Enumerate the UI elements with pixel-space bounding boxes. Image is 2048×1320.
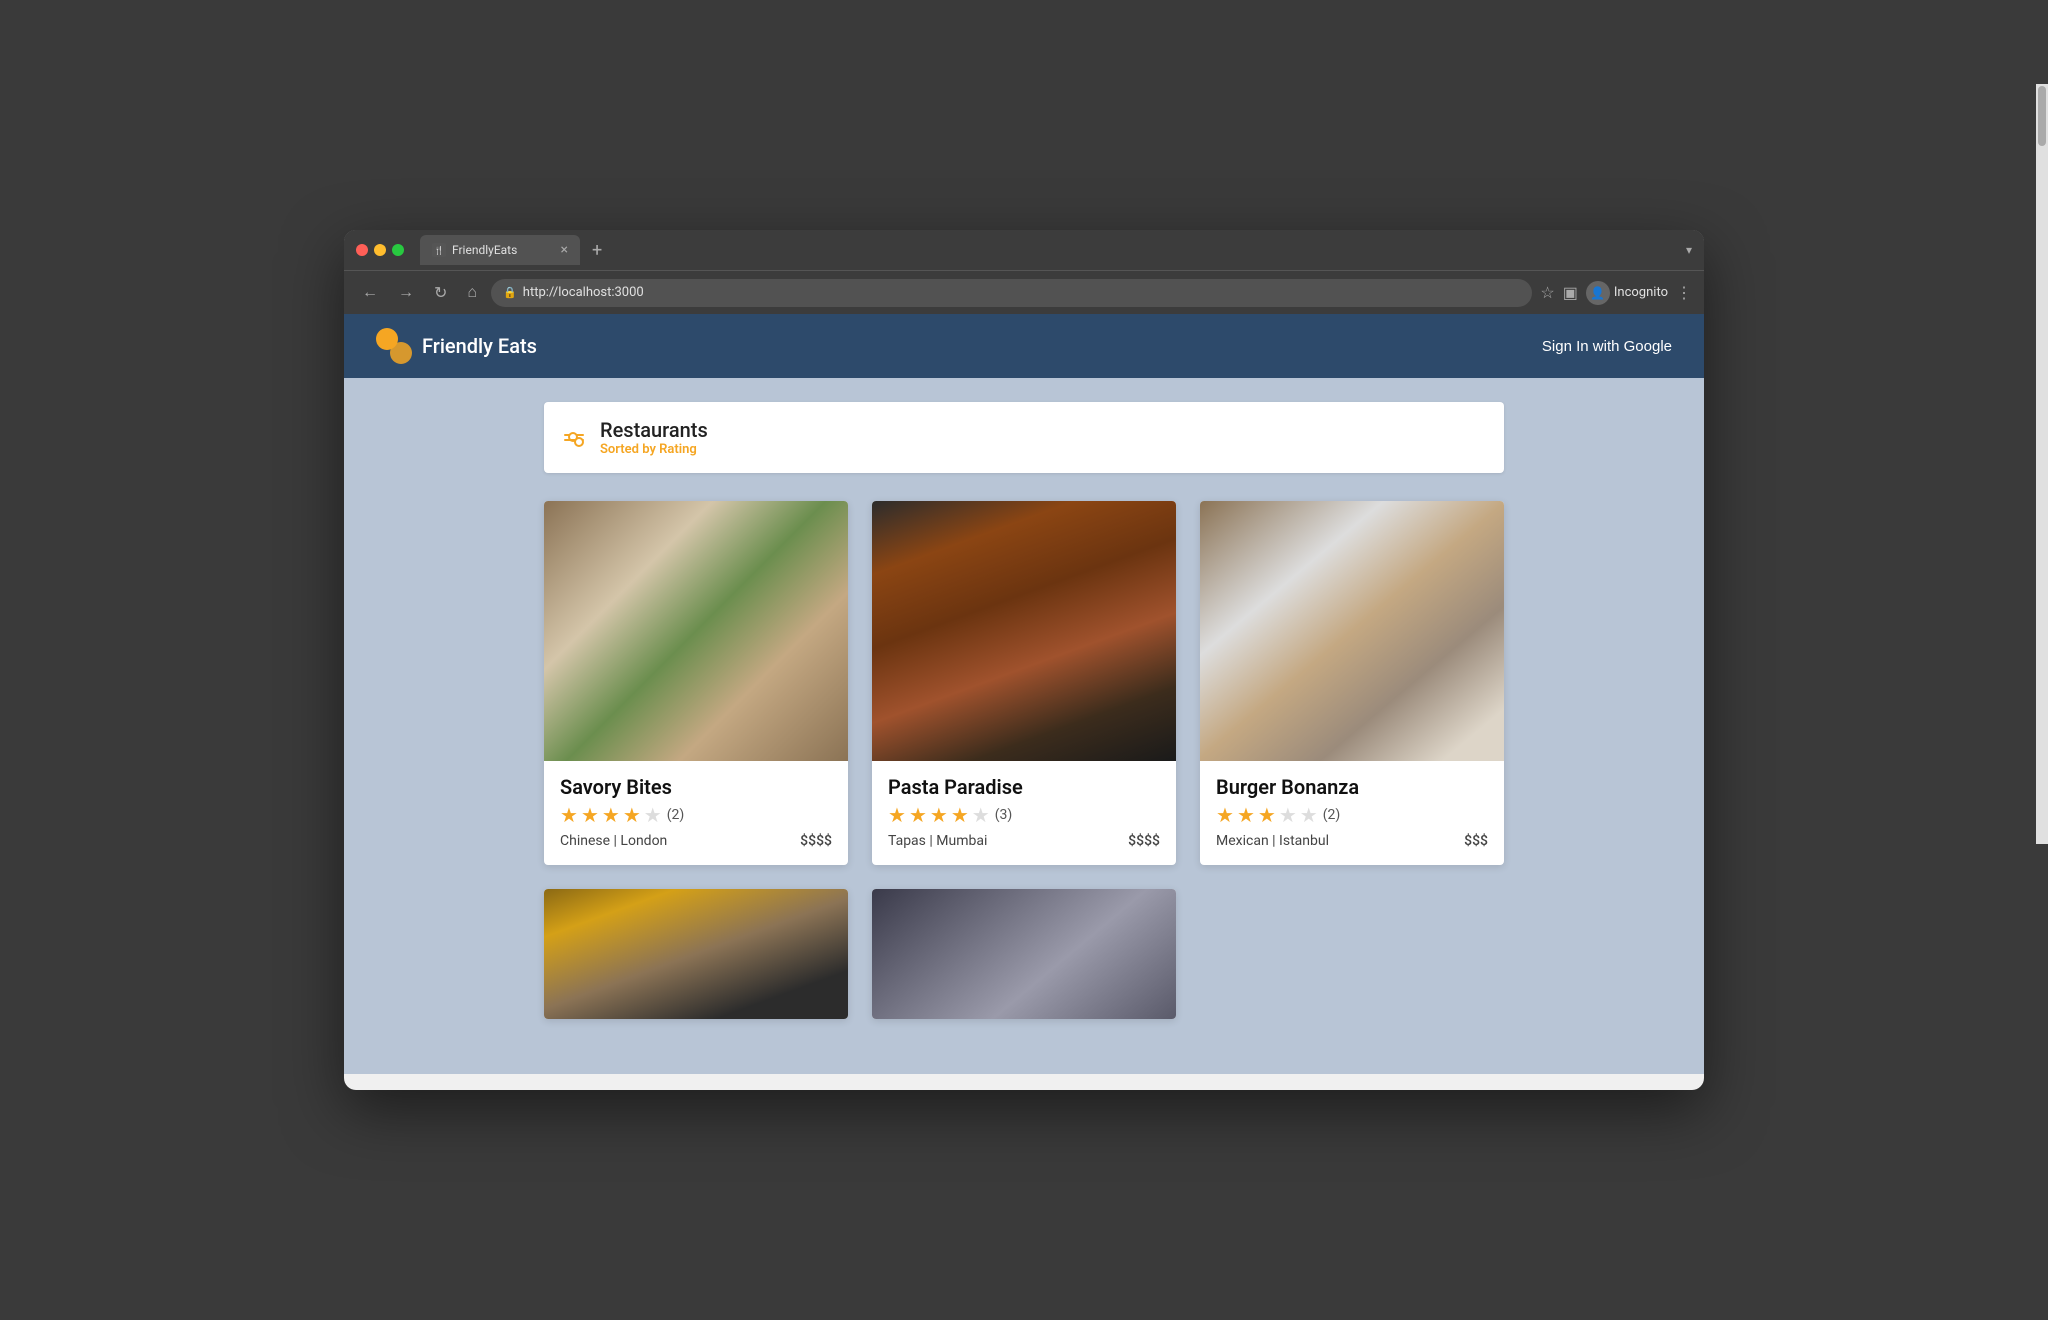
restaurant-info: Savory Bites ★ ★ ★ ★ ★ (2) Chinese | Lon… [544,761,848,865]
forward-button[interactable]: → [392,280,420,306]
star-1: ★ [560,805,578,825]
restaurant-image-4 [544,889,848,1019]
sidebar-icon[interactable]: ▣ [1563,283,1578,302]
star-2: ★ [909,805,927,825]
url-text: http://localhost:3000 [523,285,644,300]
minimize-button[interactable] [374,244,386,256]
incognito-button[interactable]: 👤 Incognito [1586,281,1668,305]
tab-title: FriendlyEats [452,243,517,257]
restaurant-card-5[interactable] [872,889,1176,1019]
incognito-label: Incognito [1614,285,1668,300]
star-1: ★ [888,805,906,825]
review-count: (2) [667,807,685,823]
restaurant-price: $$$ [1464,833,1488,849]
section-header: Restaurants Sorted by Rating [544,402,1504,473]
section-title: Restaurants [600,418,708,442]
restaurant-cuisine: Mexican | Istanbul [1216,833,1329,849]
stars-row: ★ ★ ★ ★ ★ (2) [560,805,832,825]
restaurant-image-burger-bonanza [1200,501,1504,761]
tab-area: 🍴 FriendlyEats × + [420,235,1678,265]
browser-window: 🍴 FriendlyEats × + ▾ ← → ↻ ⌂ 🔒 http://lo… [344,230,1704,1090]
restaurant-image-placeholder-5 [872,889,1176,1019]
main-content: Restaurants Sorted by Rating Savory Bite… [344,378,1704,1043]
reload-button[interactable]: ↻ [428,279,453,307]
star-2: ★ [1237,805,1255,825]
restaurant-name: Savory Bites [560,775,832,799]
tab-close-icon[interactable]: × [561,242,568,258]
restaurant-card-pasta-paradise[interactable]: Pasta Paradise ★ ★ ★ ★ ★ (3) Tapas | Mum… [872,501,1176,865]
browser-chrome: 🍴 FriendlyEats × + ▾ ← → ↻ ⌂ 🔒 http://lo… [344,230,1704,314]
restaurant-meta: Chinese | London $$$$ [560,833,832,849]
review-count: (2) [1323,807,1341,823]
bookmark-icon[interactable]: ☆ [1540,283,1554,302]
logo-circle-2 [390,342,412,364]
star-4: ★ [1279,805,1297,825]
star-4: ★ [951,805,969,825]
filter-icon[interactable] [564,434,584,441]
restaurant-image-placeholder-4 [544,889,848,1019]
address-bar[interactable]: 🔒 http://localhost:3000 [491,279,1532,307]
browser-titlebar: 🍴 FriendlyEats × + ▾ [344,230,1704,270]
restaurant-image-placeholder [872,501,1176,761]
star-5: ★ [1300,805,1318,825]
star-5: ★ [972,805,990,825]
restaurant-image-savory-bites [544,501,848,761]
restaurant-price: $$$$ [1128,833,1160,849]
new-tab-button[interactable]: + [584,240,610,261]
star-1: ★ [1216,805,1234,825]
star-5: ★ [644,805,662,825]
fullscreen-button[interactable] [392,244,404,256]
lock-icon: 🔒 [503,286,517,299]
section-subtitle: Sorted by Rating [600,442,708,457]
restaurant-cuisine: Tapas | Mumbai [888,833,987,849]
tab-favicon: 🍴 [432,243,446,257]
app-title: Friendly Eats [422,334,537,358]
star-4: ★ [623,805,641,825]
restaurant-info: Burger Bonanza ★ ★ ★ ★ ★ (2) Mexican | I… [1200,761,1504,865]
app-header: Friendly Eats Sign In with Google [344,314,1704,378]
back-button[interactable]: ← [356,280,384,306]
review-count: (3) [995,807,1013,823]
restaurant-image-placeholder [1200,501,1504,761]
restaurant-meta: Tapas | Mumbai $$$$ [888,833,1160,849]
toolbar-right: ☆ ▣ 👤 Incognito ⋮ [1540,281,1692,305]
stars-row: ★ ★ ★ ★ ★ (2) [1216,805,1488,825]
restaurant-meta: Mexican | Istanbul $$$ [1216,833,1488,849]
star-3: ★ [602,805,620,825]
close-button[interactable] [356,244,368,256]
app-wrapper: Friendly Eats Sign In with Google Restau… [344,314,1704,1074]
tab-dropdown-icon[interactable]: ▾ [1686,243,1692,257]
restaurant-name: Burger Bonanza [1216,775,1488,799]
traffic-lights [356,244,404,256]
restaurant-card-savory-bites[interactable]: Savory Bites ★ ★ ★ ★ ★ (2) Chinese | Lon… [544,501,848,865]
restaurant-image-5 [872,889,1176,1019]
restaurant-card-burger-bonanza[interactable]: Burger Bonanza ★ ★ ★ ★ ★ (2) Mexican | I… [1200,501,1504,865]
home-button[interactable]: ⌂ [461,280,483,306]
more-icon[interactable]: ⋮ [1676,283,1692,302]
restaurant-card-4[interactable] [544,889,848,1019]
restaurant-image-placeholder [544,501,848,761]
section-header-text: Restaurants Sorted by Rating [600,418,708,457]
restaurant-image-pasta-paradise [872,501,1176,761]
restaurant-cuisine: Chinese | London [560,833,667,849]
star-2: ★ [581,805,599,825]
stars-row: ★ ★ ★ ★ ★ (3) [888,805,1160,825]
restaurants-grid: Savory Bites ★ ★ ★ ★ ★ (2) Chinese | Lon… [544,501,1504,1019]
active-tab[interactable]: 🍴 FriendlyEats × [420,235,580,265]
logo-icon [376,328,412,364]
incognito-icon: 👤 [1586,281,1610,305]
restaurant-name: Pasta Paradise [888,775,1160,799]
filter-line-2 [564,439,584,441]
sign-in-button[interactable]: Sign In with Google [1542,338,1672,355]
filter-line-1 [564,434,584,436]
restaurant-price: $$$$ [800,833,832,849]
browser-toolbar: ← → ↻ ⌂ 🔒 http://localhost:3000 ☆ ▣ 👤 In… [344,270,1704,314]
app-logo: Friendly Eats [376,328,537,364]
star-3: ★ [1258,805,1276,825]
restaurant-info: Pasta Paradise ★ ★ ★ ★ ★ (3) Tapas | Mum… [872,761,1176,865]
star-3: ★ [930,805,948,825]
